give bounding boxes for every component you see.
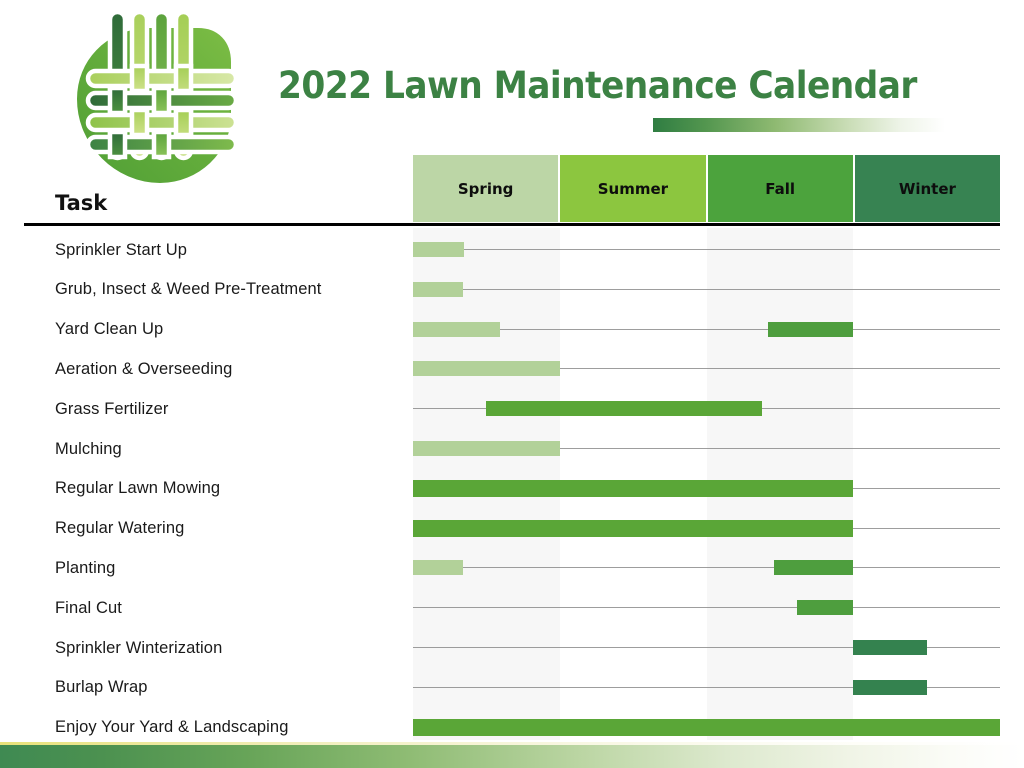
task-row[interactable]: Regular Lawn Mowing: [0, 469, 1024, 509]
task-label: Grub, Insect & Weed Pre-Treatment: [55, 280, 322, 299]
task-row[interactable]: Mulching: [0, 429, 1024, 469]
task-row[interactable]: Regular Watering: [0, 509, 1024, 549]
season-header-label: Summer: [597, 179, 669, 198]
title-accent-gradient: [653, 118, 945, 132]
season-header-label: Spring: [457, 179, 514, 198]
task-gridline: [413, 288, 1000, 290]
task-label: Regular Watering: [55, 519, 185, 538]
task-label: Planting: [55, 558, 116, 577]
task-row[interactable]: Burlap Wrap: [0, 668, 1024, 708]
bottom-accent-gradient: [0, 745, 1024, 768]
season-header-label: Fall: [765, 179, 796, 198]
season-header-spring[interactable]: Spring: [413, 155, 561, 222]
task-row[interactable]: Sprinkler Start Up: [0, 230, 1024, 270]
task-row[interactable]: Aeration & Overseeding: [0, 349, 1024, 389]
season-header-winter[interactable]: Winter: [854, 155, 1000, 222]
task-gridline: [413, 249, 1000, 250]
task-label: Final Cut: [55, 598, 122, 617]
header-rule: [24, 223, 1000, 226]
gantt-bar[interactable]: [413, 321, 500, 337]
gantt-bar[interactable]: [413, 560, 463, 576]
lawn-logo: [48, 4, 244, 200]
task-gridline: [413, 607, 1000, 609]
gantt-bar[interactable]: [797, 600, 854, 616]
gantt-bar[interactable]: [413, 441, 560, 456]
season-header-row: Spring Summer Fall Winter: [413, 155, 1000, 222]
task-row[interactable]: Planting: [0, 548, 1024, 588]
task-row[interactable]: Final Cut: [0, 588, 1024, 628]
task-row[interactable]: Grub, Insect & Weed Pre-Treatment: [0, 270, 1024, 310]
gantt-bar[interactable]: [413, 281, 463, 297]
task-row[interactable]: Yard Clean Up: [0, 310, 1024, 350]
season-header-label: Winter: [898, 179, 956, 198]
task-column-header: Task: [55, 191, 108, 215]
task-label: Burlap Wrap: [55, 678, 148, 697]
task-label: Yard Clean Up: [55, 320, 164, 339]
gantt-bar[interactable]: [413, 242, 465, 257]
gantt-bar[interactable]: [774, 560, 854, 576]
gantt-bar[interactable]: [413, 479, 854, 497]
task-label: Mulching: [55, 439, 122, 458]
gantt-bar[interactable]: [413, 718, 1000, 736]
page-title: 2022 Lawn Maintenance Calendar: [278, 64, 917, 107]
gantt-bar[interactable]: [768, 321, 854, 337]
task-label: Grass Fertilizer: [55, 399, 169, 418]
task-row[interactable]: Sprinkler Winterization: [0, 628, 1024, 668]
task-label: Sprinkler Winterization: [55, 638, 223, 657]
task-label: Aeration & Overseeding: [55, 359, 233, 378]
task-gridline: [413, 328, 1000, 330]
gantt-bar[interactable]: [853, 679, 927, 695]
season-header-summer[interactable]: Summer: [560, 155, 708, 222]
gantt-bar[interactable]: [486, 401, 763, 417]
task-label: Regular Lawn Mowing: [55, 479, 221, 498]
gantt-bar[interactable]: [413, 519, 854, 537]
gantt-bar[interactable]: [853, 640, 927, 655]
season-header-fall[interactable]: Fall: [707, 155, 855, 222]
gantt-bar[interactable]: [413, 361, 560, 377]
task-label: Sprinkler Start Up: [55, 240, 188, 259]
gantt-chart-body: Sprinkler Start Up Grub, Insect & Weed Pr…: [0, 228, 1024, 744]
task-gridline: [413, 567, 1000, 569]
task-row[interactable]: Grass Fertilizer: [0, 389, 1024, 429]
